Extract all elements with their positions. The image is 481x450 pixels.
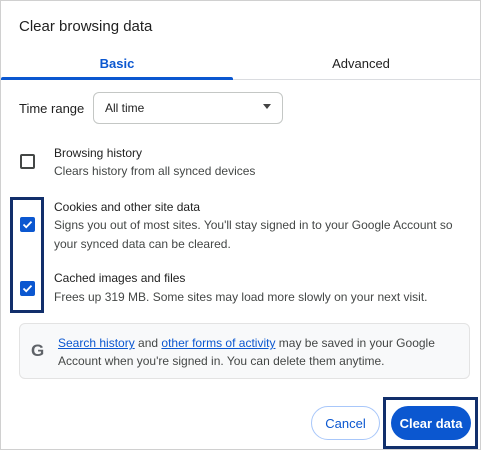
cancel-button[interactable]: Cancel <box>311 406 380 440</box>
cookies-description-line1: Signs you out of most sites. You'll stay… <box>54 218 453 232</box>
search-history-link[interactable]: Search history <box>58 336 135 350</box>
info-text: Search history and other forms of activi… <box>58 334 468 370</box>
tab-bar: Basic Advanced <box>1 47 480 80</box>
clear-data-highlight-frame <box>383 397 478 449</box>
tab-advanced[interactable]: Advanced <box>241 47 481 80</box>
tab-basic[interactable]: Basic <box>1 47 233 80</box>
cached-images-title: Cached images and files <box>54 271 186 285</box>
cookies-title: Cookies and other site data <box>54 200 201 214</box>
info-text-tail: may be saved in your Google <box>275 336 435 350</box>
google-g-icon: G <box>31 341 45 360</box>
checkbox-highlight-frame <box>10 197 44 313</box>
tab-selected-indicator <box>1 77 233 80</box>
browsing-history-checkbox[interactable] <box>20 154 35 169</box>
cached-images-description: Frees up 319 MB. Some sites may load mor… <box>54 290 428 304</box>
browsing-history-description: Clears history from all synced devices <box>54 164 256 178</box>
info-text-line2: Account when you're signed in. You can d… <box>58 354 385 368</box>
clear-browsing-data-dialog: Clear browsing data Basic Advanced Time … <box>0 0 481 450</box>
info-text-joiner: and <box>134 336 162 350</box>
time-range-select[interactable]: All time <box>93 92 283 124</box>
google-account-info-box: G Search history and other forms of acti… <box>19 323 470 379</box>
dropdown-arrow-icon <box>263 104 271 109</box>
time-range-label: Time range <box>19 101 85 116</box>
dialog-title: Clear browsing data <box>19 18 153 35</box>
cookies-description-line2: your synced data can be cleared. <box>54 237 231 251</box>
time-range-value: All time <box>105 101 145 115</box>
browsing-history-title: Browsing history <box>54 146 143 160</box>
other-activity-link[interactable]: other forms of activity <box>161 336 275 350</box>
